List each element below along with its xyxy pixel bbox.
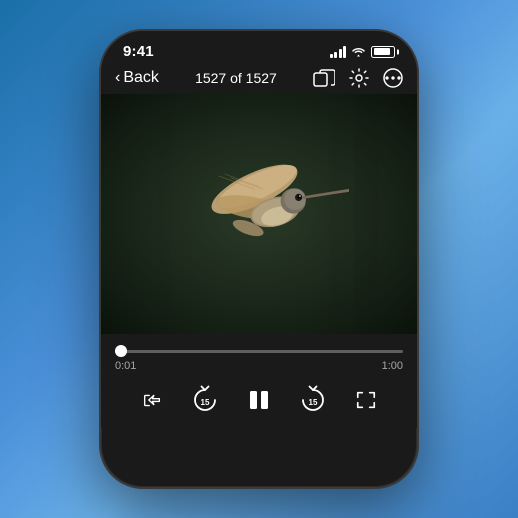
- fullscreen-button[interactable]: [348, 382, 384, 418]
- fullscreen-icon: [355, 389, 377, 411]
- nav-bar: ‹ Back 1527 of 1527: [101, 64, 417, 94]
- wifi-icon: [351, 46, 366, 57]
- video-background: [101, 94, 417, 334]
- duplicate-icon[interactable]: [313, 69, 335, 87]
- back-button-label[interactable]: Back: [123, 69, 159, 87]
- status-icons: [330, 46, 396, 58]
- status-time: 9:41: [123, 43, 154, 60]
- pause-icon: [245, 386, 273, 414]
- progress-bar-container[interactable]: [115, 344, 403, 358]
- chevron-left-icon: ‹: [115, 69, 120, 87]
- play-pause-button[interactable]: [241, 382, 277, 418]
- current-time: 0:01: [115, 360, 136, 372]
- skip-forward-icon: 15: [297, 384, 329, 416]
- video-area: [101, 94, 417, 334]
- video-content: [169, 131, 349, 291]
- progress-times: 0:01 1:00: [115, 360, 403, 372]
- total-time: 1:00: [382, 360, 403, 372]
- status-bar: 9:41: [101, 31, 417, 64]
- playback-controls: 15 15: [115, 380, 403, 422]
- share-icon: [141, 389, 163, 411]
- skip-forward-button[interactable]: 15: [295, 382, 331, 418]
- skip-back-button[interactable]: 15: [187, 382, 223, 418]
- progress-thumb[interactable]: [115, 345, 127, 357]
- phone-frame: 9:41 ‹ Back 1527 of 1527: [99, 29, 419, 489]
- svg-text:15: 15: [308, 398, 317, 407]
- nav-back[interactable]: ‹ Back: [115, 69, 159, 87]
- nav-actions: [313, 68, 403, 88]
- progress-track[interactable]: [115, 350, 403, 353]
- signal-bars-icon: [330, 46, 347, 58]
- nav-title: 1527 of 1527: [195, 70, 277, 86]
- skip-back-icon: 15: [189, 384, 221, 416]
- controls-area: 0:01 1:00 15: [101, 334, 417, 428]
- settings-icon[interactable]: [349, 68, 369, 88]
- svg-text:15: 15: [201, 398, 210, 407]
- battery-icon: [371, 46, 395, 58]
- more-icon[interactable]: [383, 68, 403, 88]
- share-button[interactable]: [134, 382, 170, 418]
